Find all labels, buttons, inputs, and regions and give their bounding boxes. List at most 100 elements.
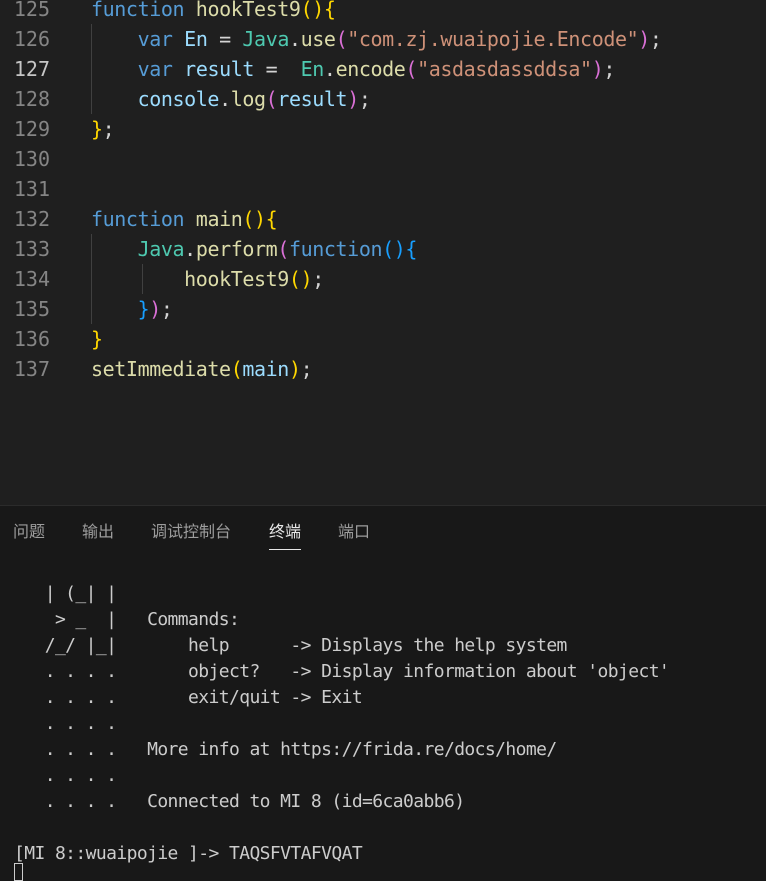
active-tab-indicator [269, 549, 302, 550]
terminal-cursor [14, 863, 23, 881]
code-token: use [300, 27, 336, 51]
terminal-line: /_/ |_| help -> Displays the help system [14, 635, 568, 656]
code-token: ( [335, 27, 348, 51]
code-line[interactable]: 136} [0, 324, 766, 354]
tab-label: 终端 [269, 522, 302, 541]
code-token: "asdasdassddsa" [417, 57, 592, 81]
line-number: 133 [13, 237, 50, 261]
code-token: ) [149, 297, 161, 321]
code-line[interactable]: 133 Java.perform(function(){ [0, 234, 766, 264]
tab-debug-console[interactable]: 调试控制台 [151, 516, 231, 550]
tab-label: 输出 [82, 522, 115, 541]
code-line[interactable]: 125 function hookTest9(){ [0, 0, 766, 24]
code-token: () [382, 237, 406, 261]
code-token: function [288, 237, 383, 261]
terminal-line: . . . . [14, 713, 117, 734]
tab-problems[interactable]: 问题 [13, 516, 45, 550]
code-line[interactable]: 132 function main(){ [0, 204, 766, 234]
panel-tab-bar: 问题 输出 调试控制台 终端 端口 [0, 516, 766, 550]
code-line[interactable]: 126 var En = Java.use("com.zj.wuaipojie.… [0, 24, 766, 54]
code-token: "com.zj.wuaipojie.Encode" [347, 27, 639, 51]
code-token: hookTest9 [184, 267, 289, 291]
code-token: hookTest9 [195, 0, 301, 21]
tab-output[interactable]: 输出 [82, 516, 114, 550]
code-line[interactable]: 134 hookTest9(); [0, 264, 766, 294]
tab-label: 调试控制台 [151, 522, 232, 541]
terminal-line: | (_| | [14, 583, 117, 604]
bottom-panel: 问题 输出 调试控制台 终端 端口 | (_| | > _ | Commands… [0, 505, 766, 881]
code-token: } [91, 117, 103, 141]
code-token: ; [102, 117, 115, 141]
code-token: . [288, 27, 301, 51]
line-number: 130 [13, 147, 50, 171]
code-token: ; [358, 87, 371, 111]
code-token: = [207, 27, 243, 51]
code-line[interactable]: 137 setImmediate(main); [0, 354, 766, 384]
code-token: ) [591, 57, 604, 81]
code-token: function [91, 0, 185, 21]
code-text: var En = Java.use("com.zj.wuaipojie.Enco… [91, 24, 662, 54]
code-token: main [242, 357, 289, 381]
code-token: console [137, 87, 220, 111]
terminal-output[interactable]: | (_| | > _ | Commands: /_/ |_| help -> … [0, 581, 766, 881]
code-token: . [323, 57, 336, 81]
line-number: 127 [13, 57, 50, 81]
terminal-line: . . . . object? -> Display information a… [14, 661, 670, 682]
code-token: ( [265, 87, 278, 111]
code-token: = [254, 57, 301, 81]
code-text: function main(){ [91, 204, 278, 234]
terminal-line: . . . . [14, 765, 117, 786]
code-token: perform [195, 237, 278, 261]
code-token: ( [277, 237, 289, 261]
code-token: setImmediate [91, 357, 231, 381]
code-token: main [195, 207, 243, 231]
code-line[interactable]: 131 [0, 174, 766, 204]
code-line[interactable]: 130 [0, 144, 766, 174]
code-token: ( [405, 57, 418, 81]
code-line[interactable]: 127 var result = En.encode("asdasdassdds… [0, 54, 766, 84]
code-token: . [184, 237, 196, 261]
code-text: setImmediate(main); [91, 354, 313, 384]
code-text: hookTest9(); [91, 264, 324, 294]
line-number: 129 [13, 117, 50, 141]
code-token: . [219, 87, 231, 111]
terminal-line: . . . . Connected to MI 8 (id=6ca0abb6) [14, 791, 465, 812]
code-token: } [91, 327, 103, 351]
code-token: () [242, 207, 266, 231]
code-line[interactable]: 129}; [0, 114, 766, 144]
code-text: } [91, 324, 103, 354]
code-text: var result = En.encode("asdasdassddsa"); [91, 54, 616, 84]
tab-terminal[interactable]: 终端 [269, 516, 302, 550]
code-token: log [230, 87, 266, 111]
code-text: }); [91, 294, 173, 324]
tab-ports[interactable]: 端口 [338, 516, 370, 550]
code-text: console.log(result); [91, 84, 371, 114]
code-token: ; [300, 357, 313, 381]
tab-label: 端口 [338, 522, 371, 541]
code-token: result [184, 57, 255, 81]
line-number: 131 [13, 177, 50, 201]
code-editor[interactable]: 125 function hookTest9(){126 var En = Jav… [0, 0, 766, 505]
vscode-window: 125 function hookTest9(){126 var En = Jav… [0, 0, 766, 881]
code-text: Java.perform(function(){ [91, 234, 418, 264]
tab-label: 问题 [13, 522, 46, 541]
code-token: ; [160, 297, 173, 321]
code-token: () [300, 0, 325, 21]
line-number: 125 [13, 0, 50, 21]
code-token: ; [312, 267, 324, 291]
line-number: 132 [13, 207, 50, 231]
code-line[interactable]: 135 }); [0, 294, 766, 324]
code-token: result [277, 87, 348, 111]
code-line[interactable]: 128 console.log(result); [0, 84, 766, 114]
code-token: ; [603, 57, 616, 81]
code-text: }; [91, 114, 115, 144]
code-token: ( [230, 357, 243, 381]
code-token: En [300, 57, 325, 81]
